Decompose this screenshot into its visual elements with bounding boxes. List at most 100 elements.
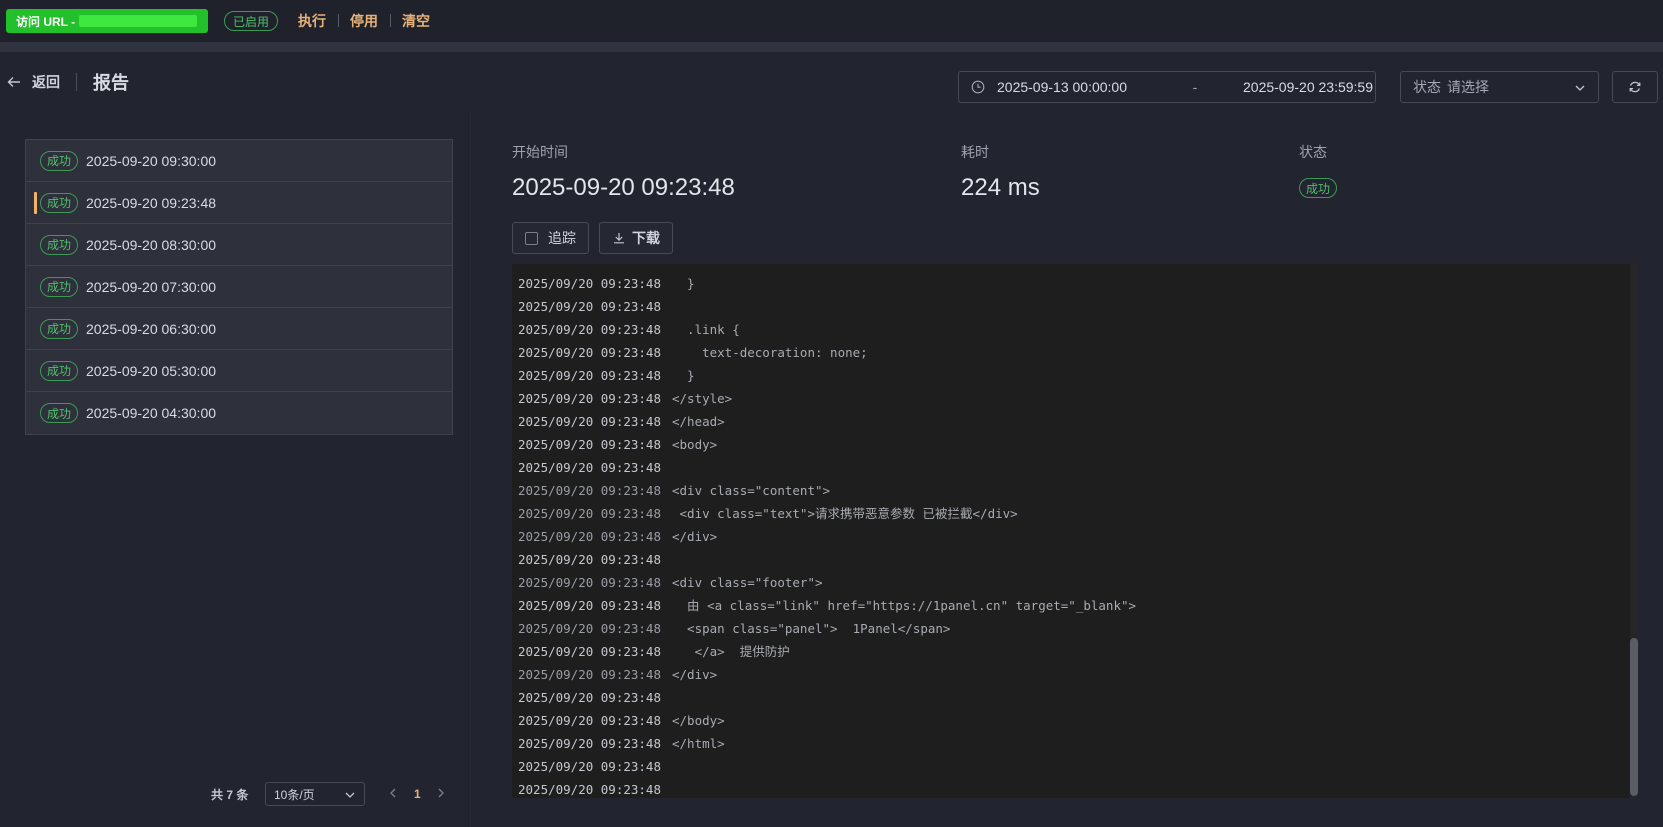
log-line: 2025/09/20 09:23:48 由 <a class="link" hr… (518, 594, 1638, 617)
record-item[interactable]: 成功 2025-09-20 08:30:00 (26, 224, 452, 266)
log-timestamp: 2025/09/20 09:23:48 (518, 644, 661, 659)
log-line: 2025/09/20 09:23:48 </div> (518, 525, 1638, 548)
record-time: 2025-09-20 09:30:00 (86, 152, 217, 169)
log-scrollbar-thumb[interactable] (1630, 638, 1638, 796)
status-stat: 状态 成功 (1299, 142, 1345, 198)
trace-checkbox[interactable] (525, 231, 538, 245)
log-timestamp: 2025/09/20 09:23:48 (518, 322, 661, 337)
page-size-value: 10条/页 (274, 787, 315, 802)
download-button[interactable]: 下载 (599, 222, 673, 254)
trace-toggle[interactable]: 追踪 (512, 222, 589, 254)
record-item[interactable]: 成功 2025-09-20 09:30:00 (26, 140, 452, 182)
log-timestamp: 2025/09/20 09:23:48 (518, 483, 661, 498)
record-status-badge: 成功 (40, 234, 79, 255)
record-item[interactable]: 成功 2025-09-20 07:30:00 (26, 266, 452, 308)
log-text: </a> 提供防护 (672, 644, 790, 659)
log-line: 2025/09/20 09:23:48 (518, 456, 1638, 479)
clear-button[interactable]: 清空 (390, 11, 442, 31)
header-divider (76, 73, 77, 91)
record-item[interactable]: 成功 2025-09-20 09:23:48 (26, 182, 452, 224)
log-timestamp: 2025/09/20 09:23:48 (518, 575, 661, 590)
log-line: 2025/09/20 09:23:48 <div class="footer"> (518, 571, 1638, 594)
log-text: } (672, 368, 695, 383)
download-icon (614, 233, 624, 244)
date-range-picker[interactable]: 2025-09-13 00:00:00 - 2025-09-20 23:59:5… (958, 71, 1376, 103)
log-timestamp: 2025/09/20 09:23:48 (518, 391, 661, 406)
log-text: <div class="content"> (672, 483, 831, 498)
record-status-badge: 成功 (40, 318, 79, 339)
log-line: 2025/09/20 09:23:48 .link { (518, 318, 1638, 341)
record-time: 2025-09-20 04:30:00 (86, 405, 217, 421)
log-text: <span class="panel"> 1Panel</span> (672, 621, 951, 636)
clock-icon (971, 80, 985, 94)
status-label: 状态 (1299, 144, 1327, 160)
date-end-input[interactable]: 2025-09-20 23:59:59 (1243, 79, 1373, 95)
record-time: 2025-09-20 06:30:00 (86, 320, 217, 337)
record-time: 2025-09-20 07:30:00 (86, 278, 217, 295)
log-timestamp: 2025/09/20 09:23:48 (518, 598, 661, 613)
log-timestamp: 2025/09/20 09:23:48 (518, 345, 661, 360)
chevron-right-icon[interactable] (435, 787, 447, 799)
record-item[interactable]: 成功 2025-09-20 06:30:00 (26, 308, 452, 350)
visit-url-label: 访问 URL - (16, 14, 76, 29)
log-line: 2025/09/20 09:23:48 (518, 778, 1638, 798)
log-line: 2025/09/20 09:23:48 <span class="panel">… (518, 617, 1638, 640)
report-header: 返回 报告 2025-09-13 00:00:00 - 2025-09-20 2… (0, 52, 1663, 112)
log-timestamp: 2025/09/20 09:23:48 (518, 782, 661, 797)
log-timestamp: 2025/09/20 09:23:48 (518, 437, 661, 452)
log-line: 2025/09/20 09:23:48 } (518, 364, 1638, 387)
refresh-button[interactable] (1612, 71, 1658, 103)
log-tools: 追踪 下载 (512, 222, 673, 254)
execute-button[interactable]: 执行 (286, 11, 338, 31)
log-timestamp: 2025/09/20 09:23:48 (518, 552, 661, 567)
log-line: 2025/09/20 09:23:48 </html> (518, 732, 1638, 755)
panel-divider (470, 112, 471, 827)
log-timestamp: 2025/09/20 09:23:48 (518, 414, 661, 429)
log-timestamp: 2025/09/20 09:23:48 (518, 667, 661, 682)
log-line: 2025/09/20 09:23:48 (518, 686, 1638, 709)
log-timestamp: 2025/09/20 09:23:48 (518, 690, 661, 705)
log-line: 2025/09/20 09:23:48 <body> (518, 433, 1638, 456)
log-text: </head> (672, 414, 725, 429)
log-timestamp: 2025/09/20 09:23:48 (518, 460, 661, 475)
record-status-badge: 成功 (40, 150, 79, 171)
log-line: 2025/09/20 09:23:48 (518, 295, 1638, 318)
chevron-down-icon (1575, 85, 1585, 91)
log-line: 2025/09/20 09:23:48 (518, 548, 1638, 571)
log-text: } (672, 276, 695, 291)
visit-url-button[interactable]: 访问 URL - (6, 9, 208, 33)
duration-value: 224 ms (961, 174, 1040, 201)
record-item[interactable]: 成功 2025-09-20 04:30:00 (26, 392, 452, 434)
back-button[interactable]: 返回 (6, 72, 60, 92)
arrow-left-icon (7, 77, 20, 87)
log-text: <div class="text">请求携带恶意参数 已被拦截</div> (672, 506, 1018, 521)
disable-button[interactable]: 停用 (338, 11, 390, 31)
log-text: </html> (672, 736, 725, 751)
current-page[interactable]: 1 (414, 787, 421, 801)
log-text: </style> (672, 391, 733, 406)
log-text: <div class="footer"> (672, 575, 823, 590)
date-start-input[interactable]: 2025-09-13 00:00:00 (997, 79, 1147, 95)
log-line: 2025/09/20 09:23:48 text-decoration: non… (518, 341, 1638, 364)
duration-label: 耗时 (961, 144, 989, 160)
log-viewer[interactable]: 2025/09/20 09:23:48 } 2025/09/20 09:23:48… (512, 264, 1638, 798)
log-line: 2025/09/20 09:23:48 </a> 提供防护 (518, 640, 1638, 663)
report-detail: 开始时间 2025-09-20 09:23:48 耗时 224 ms 状态 成功… (512, 112, 1640, 798)
log-line: 2025/09/20 09:23:48 } (518, 272, 1638, 295)
log-timestamp: 2025/09/20 09:23:48 (518, 529, 661, 544)
top-strip (0, 42, 1663, 52)
log-text: </div> (672, 529, 718, 544)
log-timestamp: 2025/09/20 09:23:48 (518, 759, 661, 774)
chevron-down-icon (345, 792, 355, 798)
log-text: .link { (672, 322, 740, 337)
chevron-left-icon[interactable] (387, 787, 399, 799)
trace-label: 追踪 (548, 230, 576, 246)
log-timestamp: 2025/09/20 09:23:48 (518, 621, 661, 636)
log-text: 由 <a class="link" href="https://1panel.c… (672, 598, 1137, 613)
log-line: 2025/09/20 09:23:48 </div> (518, 663, 1638, 686)
page-size-select[interactable]: 10条/页 (265, 782, 365, 806)
log-timestamp: 2025/09/20 09:23:48 (518, 713, 661, 728)
status-select[interactable]: 状态 请选择 (1400, 71, 1599, 103)
record-item[interactable]: 成功 2025-09-20 05:30:00 (26, 350, 452, 392)
start-time-label: 开始时间 (512, 144, 568, 160)
